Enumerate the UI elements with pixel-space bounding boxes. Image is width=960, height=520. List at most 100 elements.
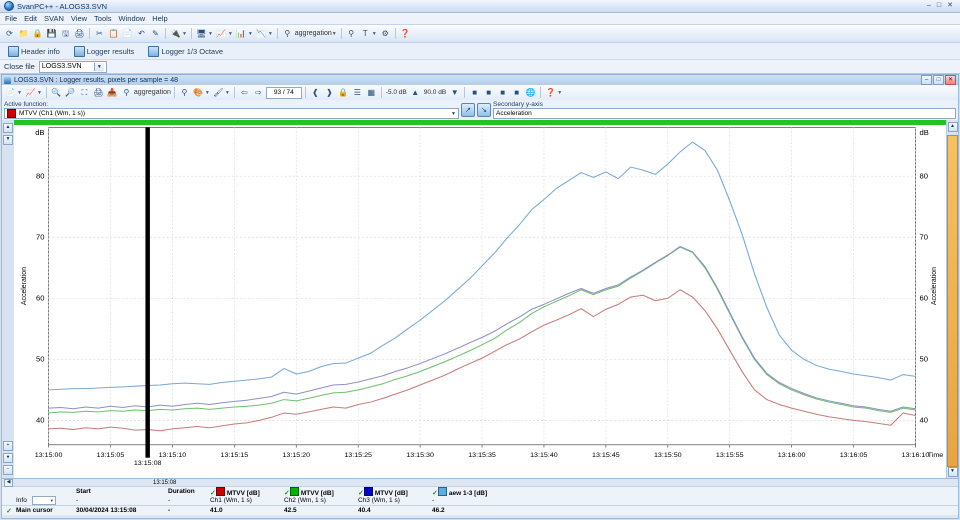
plot-right-strip[interactable]: ▲ ▼ xyxy=(946,120,958,478)
print-icon[interactable]: 🖨 xyxy=(73,27,86,40)
menu-item-file[interactable]: File xyxy=(5,14,17,23)
child-aggregation-icon[interactable]: ⚲ xyxy=(120,86,133,99)
chevron-down-icon-5[interactable]: ▼ xyxy=(268,31,273,37)
chart-type-icon[interactable]: 📈 xyxy=(24,86,37,99)
cursor-left-icon[interactable]: ⇦ xyxy=(238,86,251,99)
active-function-combo[interactable]: MTVV (Ch1 (Wm, 1 s)) ▼ xyxy=(4,108,459,119)
save-icon[interactable]: 💾 xyxy=(45,27,58,40)
chevron-down-icon-2[interactable]: ▼ xyxy=(208,31,213,37)
maximize-button[interactable]: □ xyxy=(937,2,941,10)
undo-icon[interactable]: ↶ xyxy=(135,27,148,40)
chevron-down-icon-c1[interactable]: ▼ xyxy=(17,90,22,96)
child-window-controls[interactable]: – □ ✕ xyxy=(921,75,956,85)
palette-icon[interactable]: 🎨 xyxy=(192,86,205,99)
text-tool-icon[interactable]: T xyxy=(359,27,372,40)
marker-icon[interactable]: 🖌 xyxy=(212,86,225,99)
zoom-in-icon[interactable]: 🔍 xyxy=(50,86,63,99)
secondary-axis-value[interactable]: Acceleration xyxy=(493,108,956,119)
chevron-down-icon-6[interactable]: ▼ xyxy=(332,31,337,37)
view-button-bar[interactable]: Header info Logger results Logger 1/3 Oc… xyxy=(0,43,960,60)
right-scrollbar[interactable] xyxy=(947,135,958,467)
sample-position-field[interactable]: 93 / 74 xyxy=(265,86,302,99)
help-icon[interactable]: ❓ xyxy=(399,27,412,40)
close-file-combo[interactable]: LOGS3.SVN ▼ xyxy=(38,60,107,73)
secondary-axis-add-icon[interactable]: ↗ xyxy=(461,103,475,117)
logger-third-octave-button[interactable]: Logger 1/3 Octave xyxy=(144,44,227,59)
close-button[interactable]: ✕ xyxy=(947,2,953,10)
minimize-button[interactable]: – xyxy=(927,2,931,10)
magnifier-icon[interactable]: ⚲ xyxy=(178,86,191,99)
pen-icon[interactable]: ✎ xyxy=(149,27,162,40)
y-axis-up-button[interactable]: ▲ xyxy=(3,123,13,133)
chart-canvas[interactable]: 40 40 50 50 60 60 70 70 80 80 13:15:00 13:15:05 13:1… xyxy=(14,120,946,478)
window-controls[interactable]: – □ ✕ xyxy=(927,2,958,10)
secondary-axis-buttons[interactable]: ↗ ↘ xyxy=(461,101,491,119)
zoom-fit-icon[interactable]: ⛶ xyxy=(78,86,91,99)
view-mode-icon[interactable]: 📄 xyxy=(4,86,17,99)
copy-icon[interactable]: 📋 xyxy=(107,27,120,40)
secondary-axis-remove-icon[interactable]: ↘ xyxy=(477,103,491,117)
spectrum-icon[interactable]: 📊 xyxy=(235,27,248,40)
paste-icon[interactable]: 📄 xyxy=(121,27,134,40)
info-filter-combo[interactable]: ▼ xyxy=(31,496,56,505)
menu-item-tools[interactable]: Tools xyxy=(94,14,112,23)
channel1-icon[interactable]: ■ xyxy=(468,86,481,99)
cursor-right-icon[interactable]: ⇨ xyxy=(252,86,265,99)
connection-icon[interactable]: 🔌 xyxy=(169,27,182,40)
right-scroll-up-button[interactable]: ▲ xyxy=(947,122,958,132)
aggregation-icon[interactable]: ⚲ xyxy=(281,27,294,40)
chevron-down-icon-c2[interactable]: ▼ xyxy=(37,90,42,96)
chevron-down-icon-c3[interactable]: ▼ xyxy=(205,90,210,96)
level-max-icon[interactable]: ▼ xyxy=(448,86,461,99)
device-icon[interactable]: 🖥 xyxy=(195,27,208,40)
step-forward-icon[interactable]: ❱ xyxy=(323,86,336,99)
close-file-bar[interactable]: Close file LOGS3.SVN ▼ xyxy=(0,60,960,74)
chevron-down-icon[interactable]: ▼ xyxy=(182,31,187,37)
lock-axis-icon[interactable]: 🔒 xyxy=(337,86,350,99)
channel2-icon[interactable]: ■ xyxy=(482,86,495,99)
chevron-down-icon-7[interactable]: ▼ xyxy=(372,31,377,37)
table-row[interactable]: ✓ Main cursor 30/04/2024 13:15:08 - 41.0… xyxy=(2,505,958,515)
step-back-icon[interactable]: ❰ xyxy=(309,86,322,99)
zoom-icon[interactable]: ⚲ xyxy=(345,27,358,40)
statistics-icon[interactable]: 📉 xyxy=(255,27,268,40)
y-zoom-in-button[interactable]: + xyxy=(3,441,13,451)
level-min-icon[interactable]: ▲ xyxy=(409,86,422,99)
grid-icon[interactable]: ▦ xyxy=(365,86,378,99)
open-folder-icon[interactable]: 📁 xyxy=(17,27,30,40)
child-close-button[interactable]: ✕ xyxy=(945,75,956,85)
y-axis-down-button[interactable]: ▼ xyxy=(3,135,13,145)
child-maximize-button[interactable]: □ xyxy=(933,75,944,85)
channel4-icon[interactable]: ■ xyxy=(510,86,523,99)
channel3-icon[interactable]: ■ xyxy=(496,86,509,99)
menu-item-view[interactable]: View xyxy=(71,14,87,23)
right-scroll-down-button[interactable]: ▼ xyxy=(947,467,958,477)
logger-results-button[interactable]: Logger results xyxy=(70,44,139,59)
scale-icon[interactable]: ☰ xyxy=(351,86,364,99)
chevron-down-icon-filebar[interactable]: ▼ xyxy=(93,62,104,71)
chevron-down-icon-c4[interactable]: ▼ xyxy=(225,90,230,96)
cursor-check-icon[interactable]: ✓ xyxy=(2,507,16,515)
cut-icon[interactable]: ✂ xyxy=(93,27,106,40)
settings-icon[interactable]: ⚙ xyxy=(379,27,392,40)
lock-icon[interactable]: 🔒 xyxy=(31,27,44,40)
y-zoom-out-button[interactable]: − xyxy=(3,465,13,475)
chevron-down-icon-function[interactable]: ▼ xyxy=(451,111,456,117)
child-toolbar[interactable]: 📄 ▼ 📈 ▼ 🔍 🔎 ⛶ 🖨 📥 ⚲ aggregation ⚲ 🎨 ▼ 🖌 … xyxy=(1,85,959,100)
refresh-icon[interactable]: ⟳ xyxy=(3,27,16,40)
zoom-out-icon[interactable]: 🔎 xyxy=(64,86,77,99)
chevron-down-icon-c5[interactable]: ▼ xyxy=(557,90,562,96)
y-zoom-reset-button[interactable]: ● xyxy=(3,453,13,463)
menu-item-edit[interactable]: Edit xyxy=(24,14,37,23)
menu-item-svan[interactable]: SVAN xyxy=(44,14,64,23)
child-minimize-button[interactable]: – xyxy=(921,75,932,85)
chart-icon[interactable]: 📈 xyxy=(215,27,228,40)
menu-item-window[interactable]: Window xyxy=(119,14,146,23)
plot-left-strip[interactable]: ▲ ▼ + ● − xyxy=(2,120,14,478)
export-icon[interactable]: 📥 xyxy=(106,86,119,99)
chevron-down-icon-3[interactable]: ▼ xyxy=(228,31,233,37)
print-preview-icon[interactable]: 🖨 xyxy=(92,86,105,99)
x-scroll-left-button[interactable]: ◀ xyxy=(4,478,13,487)
main-toolbar[interactable]: ⟳ 📁 🔒 💾 🖫 🖨 ✂ 📋 📄 ↶ ✎ 🔌 ▼ 🖥 ▼ 📈 ▼ 📊 ▼ 📉 … xyxy=(0,25,960,43)
menu-item-help[interactable]: Help xyxy=(152,14,167,23)
